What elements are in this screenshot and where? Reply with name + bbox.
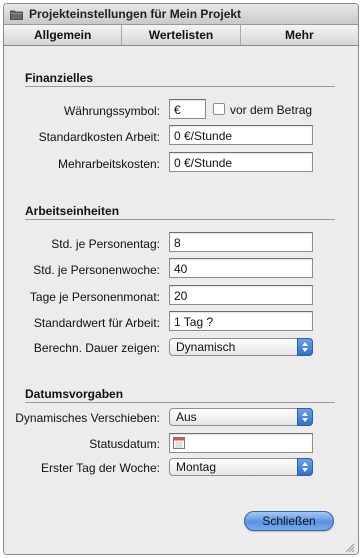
updown-arrows-icon	[297, 408, 313, 426]
tab-allgemein[interactable]: Allgemein	[4, 25, 123, 45]
tab-bar: Allgemein Wertelisten Mehr	[4, 25, 358, 46]
section-finanzielles-heading: Finanzielles	[25, 71, 94, 85]
hours-per-week-field[interactable]: 40	[169, 258, 313, 278]
calendar-icon[interactable]	[173, 437, 185, 449]
close-button[interactable]: Schließen	[244, 511, 334, 531]
updown-arrows-icon	[297, 458, 313, 476]
standard-cost-field[interactable]: 0 €/Stunde	[169, 125, 313, 145]
standard-cost-label: Standardkosten Arbeit:	[38, 130, 160, 144]
days-per-month-field[interactable]: 20	[169, 285, 313, 305]
currency-symbol-field[interactable]: €	[169, 99, 206, 119]
duration-display-value: Dynamisch	[176, 340, 236, 354]
duration-display-label: Berechn. Dauer zeigen:	[33, 341, 160, 355]
status-date-label: Statusdatum:	[89, 437, 160, 451]
section-datumsvorgaben-heading: Datumsvorgaben	[25, 387, 124, 401]
dynamic-shift-select[interactable]: Aus	[169, 408, 313, 426]
status-date-field[interactable]	[169, 433, 313, 453]
before-amount-label: vor dem Betrag	[230, 103, 313, 117]
settings-content: Finanzielles Währungssymbol: € vor dem B…	[4, 47, 358, 554]
project-settings-window: Projekteinstellungen für Mein Projekt Al…	[3, 3, 359, 555]
default-work-label: Standardwert für Arbeit:	[33, 316, 160, 330]
first-day-label: Erster Tag der Woche:	[41, 461, 160, 475]
duration-display-select[interactable]: Dynamisch	[169, 338, 313, 356]
overtime-cost-label: Mehrarbeitskosten:	[57, 157, 160, 171]
section-divider	[25, 402, 335, 403]
tab-wertelisten[interactable]: Wertelisten	[122, 25, 241, 45]
hours-per-week-label: Std. je Personenwoche:	[33, 263, 160, 277]
updown-arrows-icon	[297, 338, 313, 356]
window-title: Projekteinstellungen für Mein Projekt	[29, 7, 242, 21]
hours-per-day-field[interactable]: 8	[169, 232, 313, 252]
default-work-field[interactable]: 1 Tag ?	[169, 311, 313, 331]
dynamic-shift-label: Dynamisches Verschieben:	[15, 411, 160, 425]
section-divider	[25, 86, 335, 87]
first-day-value: Montag	[176, 460, 217, 474]
folder-icon	[10, 10, 23, 20]
section-arbeitseinheiten-heading: Arbeitseinheiten	[25, 204, 120, 218]
currency-label: Währungssymbol:	[63, 104, 160, 118]
title-bar[interactable]: Projekteinstellungen für Mein Projekt	[4, 4, 358, 25]
tab-mehr[interactable]: Mehr	[241, 25, 358, 45]
first-day-select[interactable]: Montag	[169, 458, 313, 476]
overtime-cost-field[interactable]: 0 €/Stunde	[169, 152, 313, 172]
days-per-month-label: Tage je Personenmonat:	[29, 290, 160, 304]
hours-per-day-label: Std. je Personentag:	[51, 237, 160, 251]
resize-grip-icon[interactable]	[345, 543, 355, 553]
before-amount-checkbox[interactable]	[213, 103, 225, 115]
section-divider	[25, 219, 335, 220]
dynamic-shift-value: Aus	[176, 410, 197, 424]
